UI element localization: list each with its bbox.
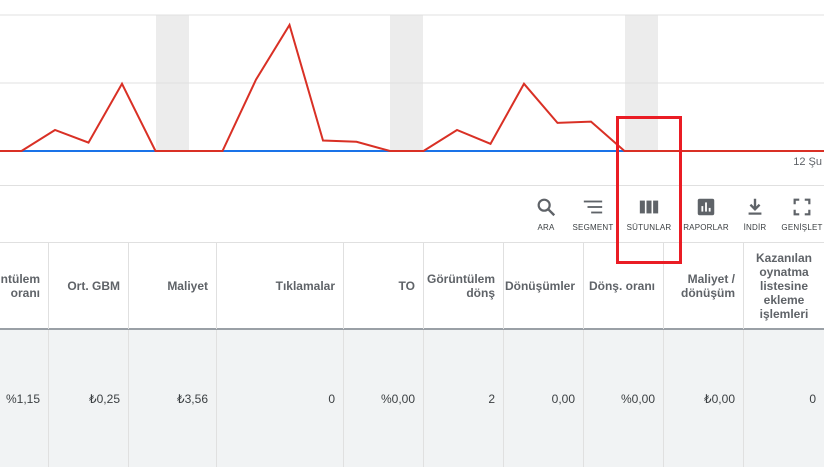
table-header: üntülem oranı Ort. GBM Maliyet Tıklamala… xyxy=(0,242,824,330)
header-ctr[interactable]: TO xyxy=(344,243,424,329)
download-button[interactable]: İNDİR xyxy=(742,194,768,238)
header-playlist-adds[interactable]: Kazanılan oynatma listesine ekleme işlem… xyxy=(744,243,824,329)
reports-button[interactable]: RAPORLAR xyxy=(683,194,729,238)
cell-cost-per-conversion: ₺0,00 xyxy=(664,330,744,467)
search-label: ARA xyxy=(537,223,555,232)
header-avg-cpv[interactable]: Ort. GBM xyxy=(49,243,129,329)
cell-conversion-rate: %0,00 xyxy=(584,330,664,467)
search-icon xyxy=(535,194,557,220)
segment-button[interactable]: SEGMENT xyxy=(572,194,614,238)
download-icon xyxy=(744,194,766,220)
cell-conversions: 0,00 xyxy=(504,330,584,467)
header-view-rate[interactable]: üntülem oranı xyxy=(0,243,49,329)
header-clicks[interactable]: Tıklamalar xyxy=(217,243,344,329)
chart-date-label: 12 Şu xyxy=(793,156,822,168)
cell-clicks: 0 xyxy=(217,330,344,467)
header-conversions[interactable]: Dönüşümler xyxy=(504,243,584,329)
search-button[interactable]: ARA xyxy=(532,194,560,238)
columns-icon xyxy=(638,194,660,220)
cell-view-rate: %1,15 xyxy=(0,330,49,467)
expand-button[interactable]: GENİŞLET xyxy=(781,194,823,238)
header-cost[interactable]: Maliyet xyxy=(129,243,217,329)
cell-ctr: %0,00 xyxy=(344,330,424,467)
fullscreen-icon xyxy=(791,194,813,220)
cell-view-conversions: 2 xyxy=(424,330,504,467)
header-cost-per-conversion[interactable]: Maliyet / dönüşüm xyxy=(664,243,744,329)
segment-label: SEGMENT xyxy=(572,223,614,232)
expand-label: GENİŞLET xyxy=(781,223,823,232)
bar-chart-icon xyxy=(695,194,717,220)
chart-svg xyxy=(0,14,824,152)
performance-chart: 12 Şu xyxy=(0,0,824,185)
cell-playlist-adds: 0 xyxy=(809,391,816,406)
columns-label: SÜTUNLAR xyxy=(626,223,672,232)
header-conversion-rate[interactable]: Dönş. oranı xyxy=(584,243,664,329)
header-view-conversions[interactable]: Görüntülem dönş xyxy=(424,243,504,329)
cell-avg-cpv: ₺0,25 xyxy=(49,330,129,467)
columns-button[interactable]: SÜTUNLAR xyxy=(626,194,672,238)
segment-icon xyxy=(582,194,604,220)
campaign-table: üntülem oranı Ort. GBM Maliyet Tıklamala… xyxy=(0,242,824,467)
cell-cost: ₺3,56 xyxy=(129,330,217,467)
reports-label: RAPORLAR xyxy=(683,223,729,232)
download-label: İNDİR xyxy=(743,223,767,232)
table-body: %1,15 ₺0,25 ₺3,56 0 %0,00 2 0,00 %0,00 ₺… xyxy=(0,330,824,467)
table-toolbar: ARA SEGMENT SÜTUNLAR RAPORLAR İNDİR GENİ… xyxy=(0,185,824,243)
